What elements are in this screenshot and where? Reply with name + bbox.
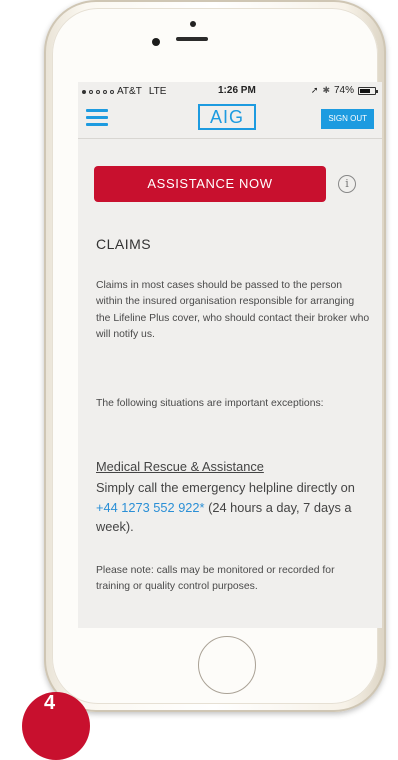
menu-bar [86,123,108,126]
status-left: AT&T LTE [82,86,166,97]
status-right: ➚ ✱ 74% [310,85,378,96]
location-arrow-icon: ➚ [310,85,319,95]
battery-icon [358,86,378,95]
bluetooth-icon: ✱ [322,85,330,95]
medical-text-before: Simply call the emergency helpline direc… [96,480,355,495]
battery-tip [376,89,378,93]
signal-dot-icon [82,89,86,94]
signal-dot-icon [89,89,93,94]
battery-percent: 74% [333,85,354,96]
signal-dot-icon [96,89,100,94]
status-bar: AT&T LTE 1:26 PM ➚ ✱ 74% [78,82,382,100]
signal-dot-icon [103,89,107,94]
battery-fill [360,88,370,93]
medical-rescue-text: Simply call the emergency helpline direc… [96,478,370,537]
front-camera [152,38,160,46]
exceptions-paragraph: The following situations are important e… [96,398,324,409]
step-badge [22,692,90,760]
earpiece-speaker [176,37,208,41]
front-sensor [190,21,196,27]
assistance-now-button[interactable]: ASSISTANCE NOW [94,166,326,202]
network-type: LTE [148,86,167,97]
claims-paragraph: Claims in most cases should be passed to… [96,280,370,340]
header-divider [78,138,382,139]
menu-bar [86,116,108,119]
app-header: AIG SIGN OUT [78,100,382,136]
phone-screen: AT&T LTE 1:26 PM ➚ ✱ 74% AIG SIGN OUT AS… [78,82,382,628]
helpline-phone-link[interactable]: +44 1273 552 922* [96,500,205,515]
carrier-name: AT&T [117,86,142,97]
home-button[interactable] [198,636,256,694]
calls-note: Please note: calls may be monitored or r… [96,565,335,593]
menu-icon[interactable] [86,109,108,127]
step-badge-number: 4 [44,692,56,714]
page-title: CLAIMS [96,236,152,252]
medical-rescue-title: Medical Rescue & Assistance [96,459,264,474]
sign-out-button[interactable]: SIGN OUT [321,109,374,129]
aig-logo: AIG [198,104,256,130]
menu-bar [86,109,108,112]
info-icon[interactable]: i [338,175,356,193]
signal-dot-icon [110,89,114,94]
status-time: 1:26 PM [218,85,256,96]
